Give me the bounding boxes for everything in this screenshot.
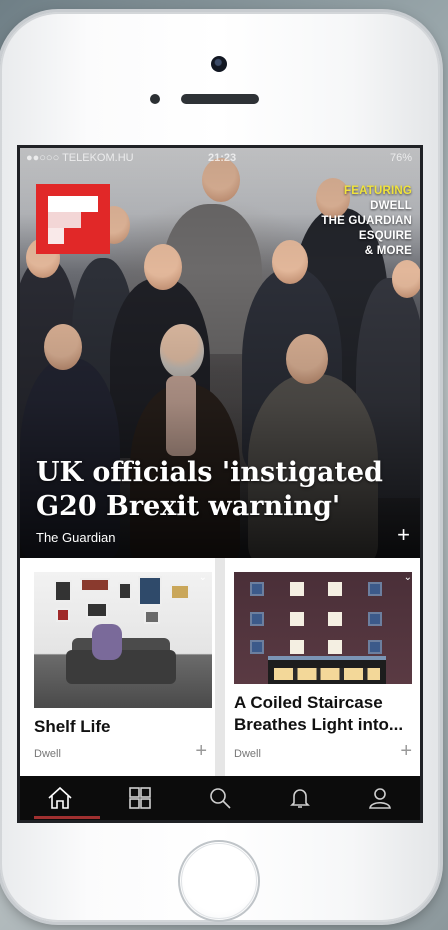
tab-home[interactable] — [40, 778, 80, 818]
hero-story[interactable]: ●●○○○ TELEKOM.HU 21:23 76% FEATURING DWE… — [20, 148, 420, 558]
card-image — [234, 572, 412, 684]
status-battery: 76% — [389, 152, 412, 164]
chevron-down-icon[interactable]: ⌄ — [199, 572, 207, 583]
tab-profile[interactable] — [360, 778, 400, 818]
card-image — [34, 572, 212, 708]
story-cards: ⌄ Shelf Life Dwell + ⌄ A Coiled Staircas… — [20, 558, 420, 776]
featuring-source: & MORE — [364, 245, 412, 257]
chevron-down-icon[interactable]: ⌄ — [404, 572, 412, 583]
status-carrier: ●●○○○ TELEKOM.HU — [26, 152, 134, 164]
status-bar: ●●○○○ TELEKOM.HU 21:23 76% — [20, 148, 420, 168]
card-source[interactable]: Dwell — [234, 748, 261, 760]
tab-bar — [20, 776, 420, 820]
featuring-list: FEATURING DWELL THE GUARDIAN ESQUIRE & M… — [321, 184, 412, 259]
featuring-source: DWELL — [370, 200, 412, 212]
card-title[interactable]: A Coiled Staircase Breathes Light into..… — [234, 692, 416, 736]
hero-headline[interactable]: UK officials 'instigated G20 Brexit warn… — [36, 456, 406, 524]
status-time: 21:23 — [208, 152, 237, 164]
grid-icon — [129, 787, 151, 809]
card-divider — [215, 558, 225, 776]
card-add-button[interactable]: + — [400, 740, 412, 763]
bell-icon — [290, 789, 310, 808]
story-card[interactable]: ⌄ A Coiled Staircase Breathes Light into… — [225, 558, 420, 776]
tab-search[interactable] — [200, 778, 240, 818]
flipboard-logo-icon[interactable] — [36, 184, 110, 254]
search-icon — [210, 788, 231, 809]
featuring-source: THE GUARDIAN — [321, 215, 412, 227]
front-camera — [211, 56, 227, 72]
earpiece-speaker — [181, 94, 259, 104]
hero-add-button[interactable]: + — [397, 522, 410, 548]
active-tab-indicator — [34, 816, 100, 819]
hero-source[interactable]: The Guardian — [36, 530, 116, 545]
card-source[interactable]: Dwell — [34, 748, 61, 760]
tab-grid[interactable] — [120, 778, 160, 818]
featuring-label: FEATURING — [343, 185, 412, 197]
home-button[interactable] — [178, 840, 260, 922]
phone-screen: ●●○○○ TELEKOM.HU 21:23 76% FEATURING DWE… — [20, 148, 420, 820]
home-icon — [48, 786, 72, 809]
story-card[interactable]: ⌄ Shelf Life Dwell + — [20, 558, 215, 776]
tab-notifications[interactable] — [280, 778, 320, 818]
phone-frame: ●●○○○ TELEKOM.HU 21:23 76% FEATURING DWE… — [0, 12, 440, 922]
featuring-source: ESQUIRE — [358, 230, 412, 242]
card-add-button[interactable]: + — [195, 740, 207, 763]
proximity-sensor — [150, 94, 160, 104]
card-title[interactable]: Shelf Life — [34, 716, 111, 738]
profile-icon — [369, 788, 391, 809]
